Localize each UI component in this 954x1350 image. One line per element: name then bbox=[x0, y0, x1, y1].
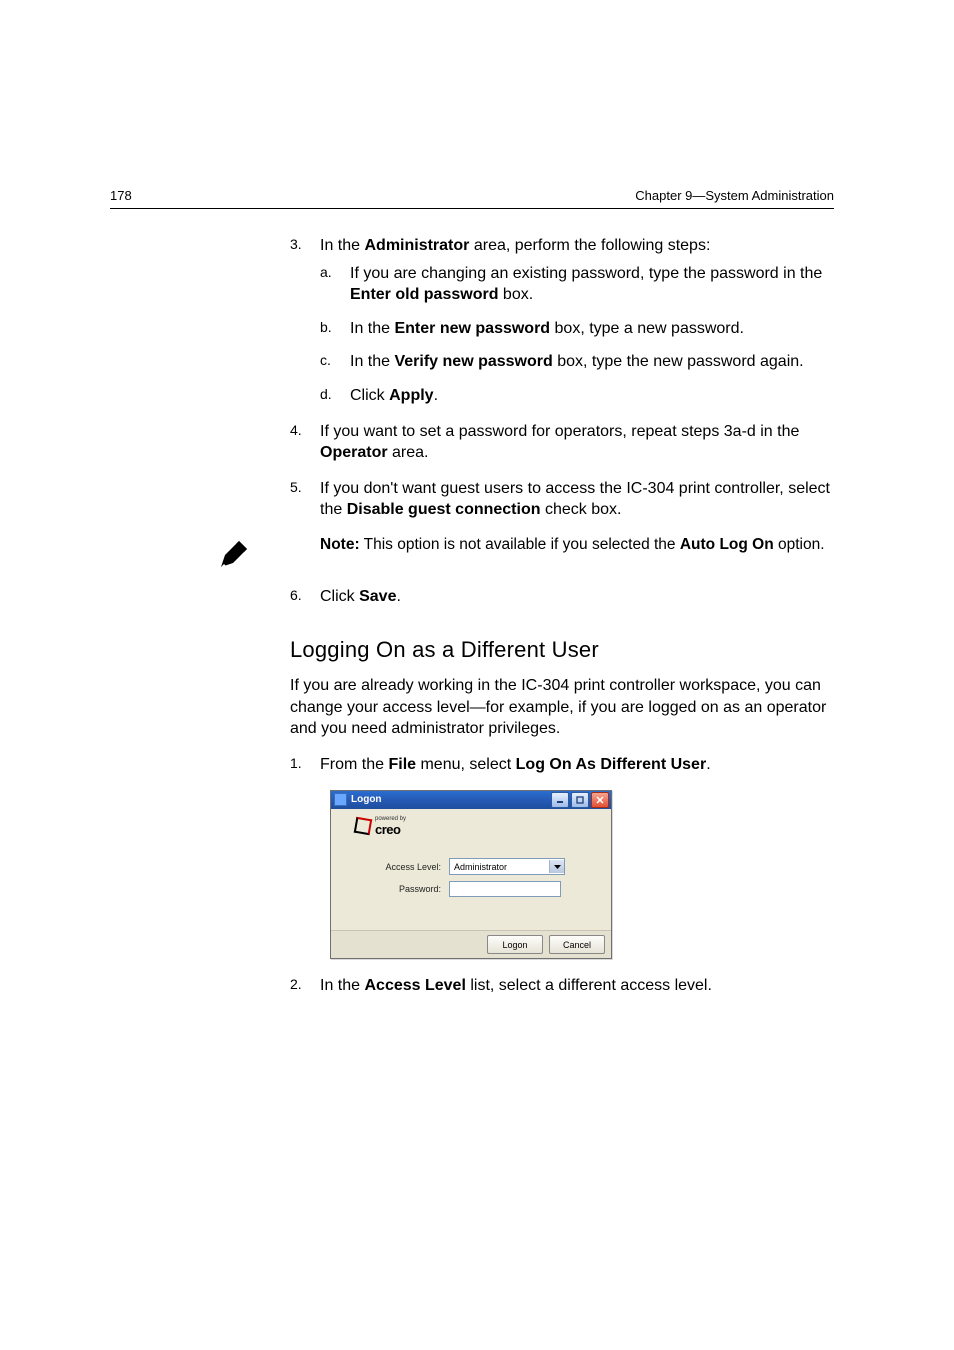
maximize-icon bbox=[576, 796, 584, 804]
close-button[interactable] bbox=[591, 792, 609, 808]
cancel-button[interactable]: Cancel bbox=[549, 935, 605, 954]
close-icon bbox=[596, 796, 604, 804]
access-level-select[interactable]: Administrator bbox=[449, 858, 565, 875]
access-level-label: Access Level: bbox=[349, 861, 449, 873]
step-3c: c. In the Verify new password box, type … bbox=[320, 351, 834, 373]
header-rule bbox=[110, 208, 834, 209]
step-3: 3. In the Administrator area, perform th… bbox=[290, 235, 834, 407]
bstep-1: 1. From the File menu, select Log On As … bbox=[290, 754, 834, 776]
step-4: 4. If you want to set a password for ope… bbox=[290, 421, 834, 464]
password-input[interactable] bbox=[449, 881, 561, 897]
chapter-title: Chapter 9—System Administration bbox=[635, 188, 834, 203]
minimize-icon bbox=[556, 796, 564, 804]
section-heading: Logging On as a Different User bbox=[290, 635, 834, 665]
brand-text: creo bbox=[375, 822, 400, 837]
access-level-value: Administrator bbox=[454, 861, 507, 873]
minimize-button[interactable] bbox=[551, 792, 569, 808]
step-3a: a. If you are changing an existing passw… bbox=[320, 263, 834, 306]
step-3b: b. In the Enter new password box, type a… bbox=[320, 318, 834, 340]
bstep-2: 2. In the Access Level list, select a di… bbox=[290, 975, 834, 997]
logon-button[interactable]: Logon bbox=[487, 935, 543, 954]
chevron-down-icon[interactable] bbox=[549, 860, 564, 873]
dialog-title: Logon bbox=[351, 793, 551, 807]
section-intro: If you are already working in the IC-304… bbox=[290, 675, 834, 740]
creo-mark-icon bbox=[354, 817, 373, 836]
step-6: 6. Click Save. bbox=[290, 586, 834, 608]
step-3-num: 3. bbox=[290, 235, 302, 254]
note: Note: This option is not available if yo… bbox=[290, 535, 834, 556]
titlebar[interactable]: Logon bbox=[331, 791, 611, 809]
maximize-button[interactable] bbox=[571, 792, 589, 808]
logon-dialog: Logon bbox=[330, 790, 612, 960]
page-number: 178 bbox=[110, 188, 132, 203]
brand-row: powered by creo bbox=[331, 809, 611, 841]
pen-icon bbox=[215, 537, 251, 573]
step-5: 5. If you don't want guest users to acce… bbox=[290, 478, 834, 521]
password-label: Password: bbox=[349, 883, 449, 895]
step-3-text: In the Administrator area, perform the f… bbox=[320, 237, 710, 254]
step-3d: d. Click Apply. bbox=[320, 385, 834, 407]
app-icon bbox=[334, 793, 347, 806]
